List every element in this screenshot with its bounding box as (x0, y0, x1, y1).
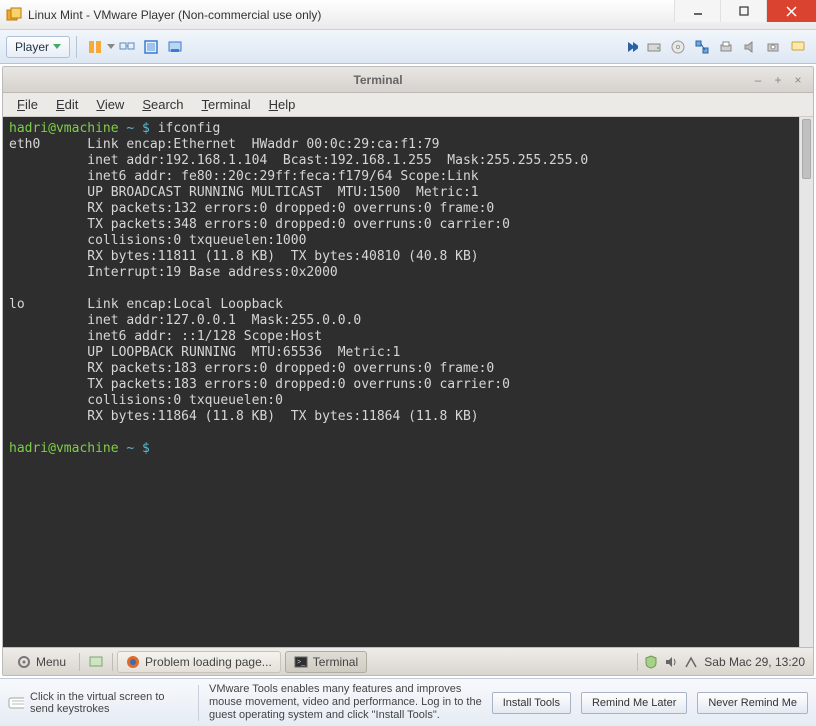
taskbar-item-label: Terminal (313, 655, 358, 669)
mint-menu-label: Menu (36, 655, 66, 669)
unity-icon[interactable] (165, 37, 185, 57)
menu-help[interactable]: Help (261, 95, 304, 114)
keystroke-hint: Click in the virtual screen to send keys… (8, 691, 188, 715)
guest-minimize-button[interactable]: – (749, 71, 767, 89)
mint-taskbar: Menu Problem loading page... >_ Terminal… (3, 647, 813, 675)
fullscreen-icon[interactable] (141, 37, 161, 57)
remind-later-button[interactable]: Remind Me Later (581, 692, 687, 714)
chevron-right-icon[interactable] (628, 42, 638, 52)
never-remind-button[interactable]: Never Remind Me (697, 692, 808, 714)
player-menu-button[interactable]: Player (6, 36, 70, 58)
taskbar-item-label: Problem loading page... (145, 655, 272, 669)
vmware-toolbar: Player (0, 30, 816, 64)
terminal-window-titlebar[interactable]: Terminal – + × (3, 67, 813, 93)
host-window-titlebar: Linux Mint - VMware Player (Non-commerci… (0, 0, 816, 30)
terminal-menubar: File Edit View Search Terminal Help (3, 93, 813, 117)
menu-file[interactable]: File (9, 95, 46, 114)
statusbar-separator (198, 685, 199, 721)
prompt-command: ifconfig (158, 121, 221, 136)
camera-icon[interactable] (764, 37, 784, 57)
menu-terminal[interactable]: Terminal (194, 95, 259, 114)
prompt-user: hadri@vmachine (9, 121, 119, 136)
power-icon[interactable] (85, 37, 105, 57)
keyboard-icon (8, 695, 24, 711)
chevron-down-icon[interactable] (107, 44, 115, 50)
taskbar-item-terminal[interactable]: >_ Terminal (285, 651, 367, 673)
prompt-path: ~ $ (126, 121, 149, 136)
terminal-window-title: Terminal (9, 73, 747, 87)
taskbar-separator (112, 653, 113, 671)
host-window-title: Linux Mint - VMware Player (Non-commerci… (28, 8, 674, 22)
toolbar-separator (76, 36, 77, 58)
terminal-body-wrap: hadri@vmachine ~ $ ifconfig eth0 Link en… (3, 117, 813, 647)
gear-icon (16, 654, 32, 670)
guest-close-button[interactable]: × (789, 71, 807, 89)
chevron-down-icon (53, 44, 61, 50)
sound-icon[interactable] (740, 37, 760, 57)
vmware-status-bar: Click in the virtual screen to send keys… (0, 678, 816, 726)
install-tools-button[interactable]: Install Tools (492, 692, 571, 714)
volume-icon[interactable] (664, 655, 678, 669)
terminal-icon: >_ (294, 655, 308, 669)
clock[interactable]: Sab Mac 29, 13:20 (704, 655, 805, 669)
message-icon[interactable] (788, 37, 808, 57)
prompt-user: hadri@vmachine (9, 441, 119, 456)
tray-separator (637, 653, 638, 671)
send-ctrl-alt-del-icon[interactable] (117, 37, 137, 57)
terminal-output: eth0 Link encap:Ethernet HWaddr 00:0c:29… (9, 137, 588, 424)
keystroke-hint-text: Click in the virtual screen to send keys… (30, 691, 188, 715)
prompt-path: ~ $ (126, 441, 149, 456)
network-tray-icon[interactable] (684, 655, 698, 669)
scrollbar-thumb[interactable] (802, 119, 811, 179)
mint-menu-button[interactable]: Menu (7, 651, 75, 673)
guest-maximize-button[interactable]: + (769, 71, 787, 89)
close-button[interactable] (766, 0, 816, 22)
player-menu-label: Player (15, 40, 49, 54)
hdd-icon[interactable] (644, 37, 664, 57)
svg-text:>_: >_ (297, 659, 305, 666)
network-icon[interactable] (692, 37, 712, 57)
cd-icon[interactable] (668, 37, 688, 57)
system-tray: Sab Mac 29, 13:20 (637, 653, 809, 671)
show-desktop-icon[interactable] (86, 652, 106, 672)
shield-icon[interactable] (644, 655, 658, 669)
menu-search[interactable]: Search (134, 95, 191, 114)
firefox-icon (126, 655, 140, 669)
menu-view[interactable]: View (88, 95, 132, 114)
terminal-scrollbar[interactable] (799, 117, 813, 647)
vmware-app-icon (6, 7, 22, 23)
menu-edit[interactable]: Edit (48, 95, 86, 114)
minimize-button[interactable] (674, 0, 720, 22)
host-window-controls (674, 0, 816, 29)
guest-vm-display[interactable]: Terminal – + × File Edit View Search Ter… (2, 66, 814, 676)
vmware-tools-message: VMware Tools enables many features and i… (209, 683, 482, 722)
terminal-output-area[interactable]: hadri@vmachine ~ $ ifconfig eth0 Link en… (3, 117, 799, 647)
taskbar-item-firefox[interactable]: Problem loading page... (117, 651, 281, 673)
printer-icon[interactable] (716, 37, 736, 57)
taskbar-separator (79, 653, 80, 671)
maximize-button[interactable] (720, 0, 766, 22)
